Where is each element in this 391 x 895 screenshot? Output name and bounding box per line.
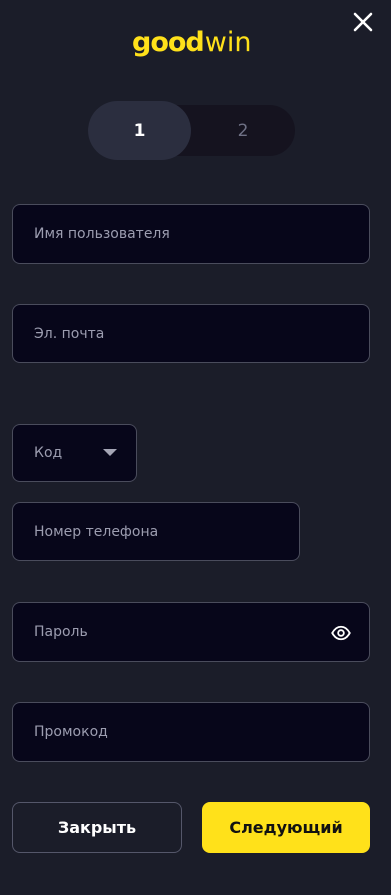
country-code-select[interactable]: Код xyxy=(12,424,137,482)
username-placeholder: Имя пользователя xyxy=(34,226,170,242)
step-2-tab[interactable]: 2 xyxy=(191,105,295,156)
phone-placeholder: Номер телефона xyxy=(34,523,159,540)
password-field[interactable]: Пароль xyxy=(12,602,370,662)
password-placeholder: Пароль xyxy=(34,624,88,640)
eye-icon-graphic xyxy=(331,625,351,641)
logo-light: win xyxy=(204,26,252,58)
close-icon-graphic xyxy=(353,12,373,32)
phone-field[interactable]: Номер телефона xyxy=(12,502,300,561)
registration-screen: good win 2 1 Имя пользователя Эл. почта К… xyxy=(0,0,391,895)
step-switcher: 2 1 xyxy=(88,101,295,160)
country-code-label: Код xyxy=(34,445,63,461)
goodwin-logo: good win xyxy=(132,24,251,60)
chevron-down-icon xyxy=(103,449,117,456)
step-1-tab[interactable]: 1 xyxy=(88,101,191,160)
email-field[interactable]: Эл. почта xyxy=(12,304,370,363)
logo-bold: good xyxy=(132,26,205,58)
promo-code-field[interactable]: Промокод xyxy=(12,702,370,762)
email-placeholder: Эл. почта xyxy=(34,325,105,342)
close-button[interactable]: Закрыть xyxy=(12,802,182,853)
username-field[interactable]: Имя пользователя xyxy=(12,204,370,264)
next-button[interactable]: Следующий xyxy=(202,802,370,853)
promo-code-placeholder: Промокод xyxy=(34,724,108,740)
eye-icon[interactable] xyxy=(331,623,351,643)
close-icon[interactable] xyxy=(351,10,375,34)
